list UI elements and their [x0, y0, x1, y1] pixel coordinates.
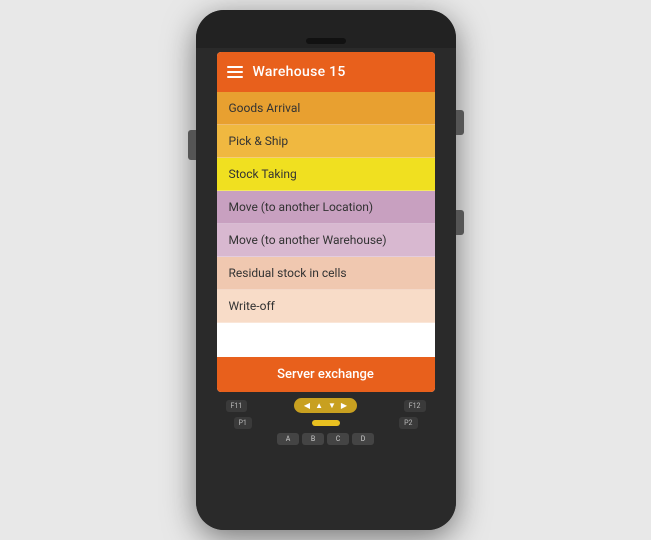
side-button-right-mid[interactable]	[456, 210, 464, 235]
alpha-key-b[interactable]: B	[302, 433, 324, 445]
f11-button[interactable]: F11	[226, 400, 248, 412]
menu-item[interactable]: Move (to another Warehouse)	[217, 224, 435, 257]
menu-item[interactable]: Pick & Ship	[217, 125, 435, 158]
nav-down-icon[interactable]: ▼	[328, 401, 336, 410]
menu-icon[interactable]	[227, 66, 243, 78]
speaker	[306, 38, 346, 44]
f12-button[interactable]: F12	[404, 400, 426, 412]
nav-right-icon[interactable]: ▶	[341, 401, 347, 410]
nav-oval[interactable]: ◀ ▲ ▼ ▶	[294, 398, 357, 413]
alpha-key-d[interactable]: D	[352, 433, 374, 445]
screen: Warehouse 15 Goods ArrivalPick & ShipSto…	[217, 52, 435, 392]
server-exchange-button[interactable]: Server exchange	[217, 357, 435, 392]
menu-list: Goods ArrivalPick & ShipStock TakingMove…	[217, 92, 435, 357]
nav-cluster: ◀ ▲ ▼ ▶	[294, 398, 357, 413]
app-title: Warehouse 15	[253, 64, 346, 80]
p1-button[interactable]: P1	[234, 417, 252, 429]
menu-item[interactable]: Write-off	[217, 290, 435, 323]
device-bottom: F11 ◀ ▲ ▼ ▶ F12 P1 P2 ABCD	[196, 392, 456, 530]
alpha-key-c[interactable]: C	[327, 433, 349, 445]
px-row: P1 P2	[226, 417, 426, 429]
yellow-center-button[interactable]	[312, 420, 340, 426]
p2-button[interactable]: P2	[399, 417, 417, 429]
device-top	[196, 10, 456, 48]
device: Warehouse 15 Goods ArrivalPick & ShipSto…	[196, 10, 456, 530]
menu-item[interactable]: Move (to another Location)	[217, 191, 435, 224]
alpha-row: ABCD	[277, 433, 374, 445]
fn-row: F11 ◀ ▲ ▼ ▶ F12	[226, 398, 426, 413]
nav-left-icon[interactable]: ◀	[304, 401, 310, 410]
menu-item[interactable]: Goods Arrival	[217, 92, 435, 125]
app-header: Warehouse 15	[217, 52, 435, 92]
alpha-key-a[interactable]: A	[277, 433, 299, 445]
side-button-left[interactable]	[188, 130, 196, 160]
nav-up-icon[interactable]: ▲	[315, 401, 323, 410]
menu-item[interactable]: Stock Taking	[217, 158, 435, 191]
menu-item[interactable]: Residual stock in cells	[217, 257, 435, 290]
side-button-right-top[interactable]	[456, 110, 464, 135]
